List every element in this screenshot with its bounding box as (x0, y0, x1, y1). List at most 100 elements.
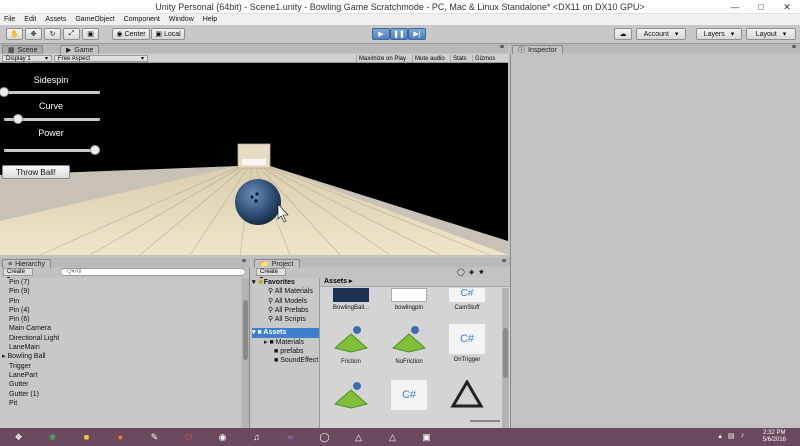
menu-assets[interactable]: Assets (45, 16, 66, 23)
pivot-center-button[interactable]: ◉ Center (112, 28, 150, 40)
chrome-icon[interactable]: ❀ (42, 429, 63, 445)
unity-active-icon[interactable]: △ (382, 429, 403, 445)
star-icon[interactable]: ★ (478, 268, 484, 276)
favorites-header[interactable]: ▾ ★Favorites (252, 278, 319, 287)
expand-arrow-icon[interactable]: ▾ (252, 329, 256, 336)
asset-item[interactable]: bowlingpin (386, 288, 432, 311)
throw-ball-button[interactable]: Throw Ball! (2, 165, 70, 179)
scale-tool-icon[interactable]: ⤢ (63, 28, 80, 40)
tab-hierarchy[interactable]: ≡ Hierarchy (2, 259, 52, 268)
panel-menu-icon[interactable]: ≡ (502, 258, 506, 265)
power-slider-track[interactable] (4, 149, 100, 152)
asset-item[interactable]: Friction (328, 324, 374, 365)
filter-icon[interactable]: ◯ (457, 268, 465, 276)
rect-tool-icon[interactable]: ▣ (82, 28, 99, 40)
maximize-button[interactable]: □ (748, 0, 774, 14)
asset-item[interactable]: NoFriction (386, 324, 432, 365)
assets-scrollbar[interactable] (502, 288, 509, 428)
hierarchy-create-button[interactable]: Create ▾ (3, 268, 33, 282)
menu-component[interactable]: Component (124, 16, 160, 23)
tab-game[interactable]: ▶ Game (60, 45, 100, 54)
cloud-button[interactable]: ☁ (614, 28, 632, 40)
start-icon[interactable]: ❖ (8, 429, 29, 445)
list-item[interactable]: Gutter (1) (0, 390, 240, 399)
list-item[interactable]: LaneMain (0, 343, 240, 352)
list-item[interactable]: Pit (0, 399, 240, 408)
asset-item[interactable] (328, 380, 374, 415)
file-explorer-icon[interactable]: ■ (76, 429, 97, 445)
menu-help[interactable]: Help (203, 16, 217, 23)
list-item[interactable]: Gutter (0, 380, 240, 389)
menu-gameobject[interactable]: GameObject (75, 16, 114, 23)
folder-tree-scrollbar[interactable] (242, 278, 249, 428)
layers-dropdown[interactable]: Layers ▾ (696, 28, 742, 40)
hand-tool-icon[interactable]: ✋ (6, 28, 23, 40)
notepad-icon[interactable]: ✎ (144, 429, 165, 445)
step-button[interactable]: ▶| (408, 28, 426, 40)
aspect-dropdown[interactable]: Free Aspect ▾ (54, 55, 148, 62)
folder-item[interactable]: ■ prefabs (252, 347, 319, 356)
game-view[interactable]: Sidespin Curve Power Throw Ball! (0, 63, 508, 255)
list-item[interactable]: Pin (9) (0, 287, 240, 296)
gizmos-dropdown[interactable]: Gizmos (472, 55, 497, 62)
list-item[interactable]: Directional Light (0, 334, 240, 343)
favorites-item[interactable]: ⚲ All Scripts (252, 315, 319, 324)
music-icon[interactable]: ♫ (246, 429, 267, 445)
mute-audio-toggle[interactable]: Mute audio (412, 55, 447, 62)
unity-icon[interactable]: △ (348, 429, 369, 445)
sidespin-slider-track[interactable] (4, 91, 100, 94)
pause-button[interactable]: ❚❚ (390, 28, 408, 40)
list-item[interactable]: Pin (6) (0, 315, 240, 324)
list-item[interactable]: Pin (0, 297, 240, 306)
list-item[interactable]: Main Camera (0, 324, 240, 333)
layout-dropdown[interactable]: Layout ▾ (746, 28, 796, 40)
visual-studio-icon[interactable]: ∞ (280, 429, 301, 445)
folder-item[interactable]: ■ SoundEffect (252, 356, 319, 365)
list-item[interactable]: Trigger (0, 362, 240, 371)
move-tool-icon[interactable]: ✥ (25, 28, 42, 40)
tab-scene[interactable]: ▦ Scene (2, 45, 44, 54)
asset-item[interactable]: BowlingBall... (328, 288, 374, 311)
tray-arrow-icon[interactable]: ▴ (718, 432, 722, 440)
asset-item[interactable]: C# CamStuff (444, 288, 490, 311)
favorites-item[interactable]: ⚲ All Prefabs (252, 306, 319, 315)
panel-menu-icon[interactable]: ≡ (792, 44, 796, 51)
asset-item[interactable] (444, 379, 490, 415)
tab-project[interactable]: 📁 Project (254, 259, 300, 268)
project-create-button[interactable]: Create ▾ (256, 268, 286, 282)
asset-item[interactable]: C# OnTrigger (444, 324, 490, 363)
expand-arrow-icon[interactable]: ▸ (264, 339, 268, 346)
menu-window[interactable]: Window (169, 16, 194, 23)
github-icon[interactable]: ◯ (314, 429, 335, 445)
image-editor-icon[interactable]: ▣ (416, 429, 437, 445)
close-button[interactable]: ✕ (774, 0, 800, 14)
assets-folder[interactable]: ▾ ■ Assets (252, 328, 319, 338)
account-dropdown[interactable]: Account ▾ (636, 28, 686, 40)
rotate-tool-icon[interactable]: ↻ (44, 28, 61, 40)
list-item[interactable]: ▸ Bowling Ball (0, 352, 240, 361)
power-icon[interactable]: ⏻ (178, 429, 199, 445)
network-icon[interactable]: ▤ (728, 432, 735, 440)
expand-arrow-icon[interactable]: ▾ (252, 279, 256, 286)
play-button[interactable]: ▶ (372, 28, 390, 40)
icon-size-slider[interactable] (470, 420, 500, 422)
asset-item[interactable]: C# (386, 380, 432, 413)
firefox-icon[interactable]: ● (110, 429, 131, 445)
list-item[interactable]: Pin (7) (0, 278, 240, 287)
panel-menu-icon[interactable]: ≡ (500, 44, 504, 51)
tab-inspector[interactable]: ⓘ Inspector (512, 45, 563, 54)
favorites-item[interactable]: ⚲ All Materials (252, 287, 319, 296)
favorites-item[interactable]: ⚲ All Models (252, 297, 319, 306)
folder-item[interactable]: ▸ ■ Materials (252, 338, 319, 347)
menu-edit[interactable]: Edit (24, 16, 36, 23)
display-dropdown[interactable]: Display 1 ▾ (2, 55, 52, 62)
pivot-local-button[interactable]: ▣ Local (151, 28, 185, 40)
list-item[interactable]: LanePart (0, 371, 240, 380)
scrollbar-thumb[interactable] (243, 300, 248, 360)
media-player-icon[interactable]: ◉ (212, 429, 233, 445)
list-item[interactable]: Pin (4) (0, 306, 240, 315)
maximize-on-play-toggle[interactable]: Maximize on Play (356, 55, 408, 62)
taskbar-clock[interactable]: 2:32 PM 5/6/2016 (763, 430, 786, 444)
menu-file[interactable]: File (4, 16, 15, 23)
panel-menu-icon[interactable]: ≡ (242, 258, 246, 265)
